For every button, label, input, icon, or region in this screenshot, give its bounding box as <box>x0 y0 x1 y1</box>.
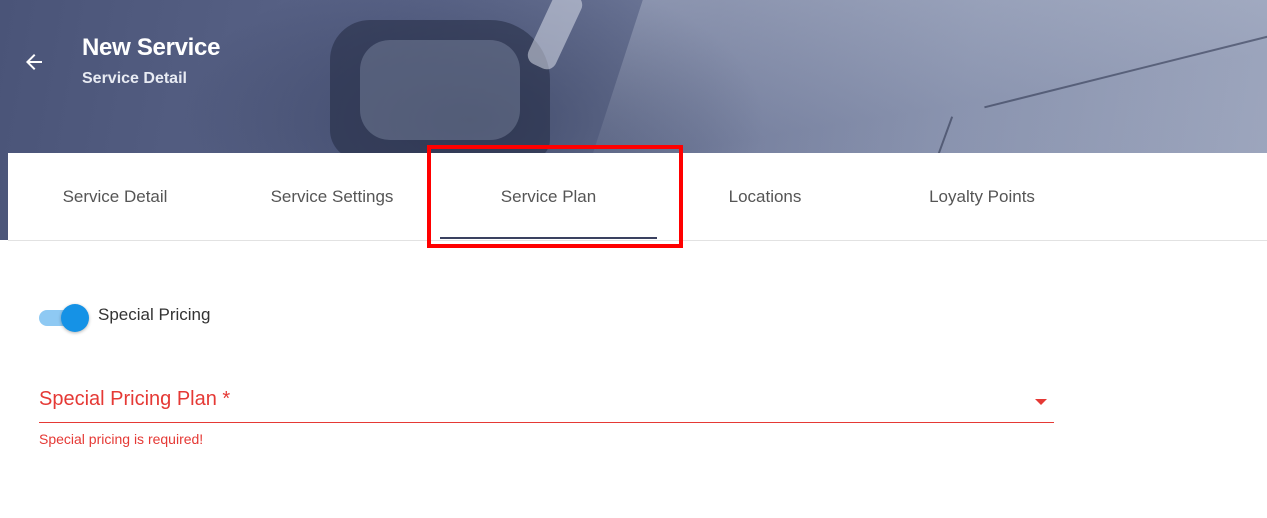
tab-service-detail[interactable]: Service Detail <box>32 153 198 240</box>
tab-service-plan[interactable]: Service Plan <box>440 153 657 240</box>
page: New Service Service Detail Service Detai… <box>0 0 1267 518</box>
tab-service-plan-label: Service Plan <box>500 186 597 206</box>
tab-bar: Service Detail Service Settings Service … <box>8 153 1267 241</box>
content-card: Service Detail Service Settings Service … <box>8 153 1267 518</box>
caret-down-icon <box>1035 399 1047 405</box>
tab-service-settings[interactable]: Service Settings <box>244 153 420 240</box>
special-pricing-error: Special pricing is required! <box>39 431 204 447</box>
tab-locations[interactable]: Locations <box>688 153 842 240</box>
back-button[interactable] <box>16 44 52 80</box>
special-pricing-plan-select[interactable]: Special Pricing Plan * <box>39 380 1054 423</box>
page-subtitle: Service Detail <box>82 70 187 87</box>
page-title: New Service <box>82 34 221 61</box>
special-pricing-toggle[interactable] <box>39 304 89 332</box>
arrow-left-icon <box>26 54 42 70</box>
special-pricing-plan-label: Special Pricing Plan * <box>39 388 231 410</box>
toggle-thumb <box>61 304 89 332</box>
tab-loyalty-points[interactable]: Loyalty Points <box>902 153 1062 240</box>
special-pricing-label: Special Pricing <box>98 305 211 324</box>
active-tab-indicator <box>440 237 657 239</box>
